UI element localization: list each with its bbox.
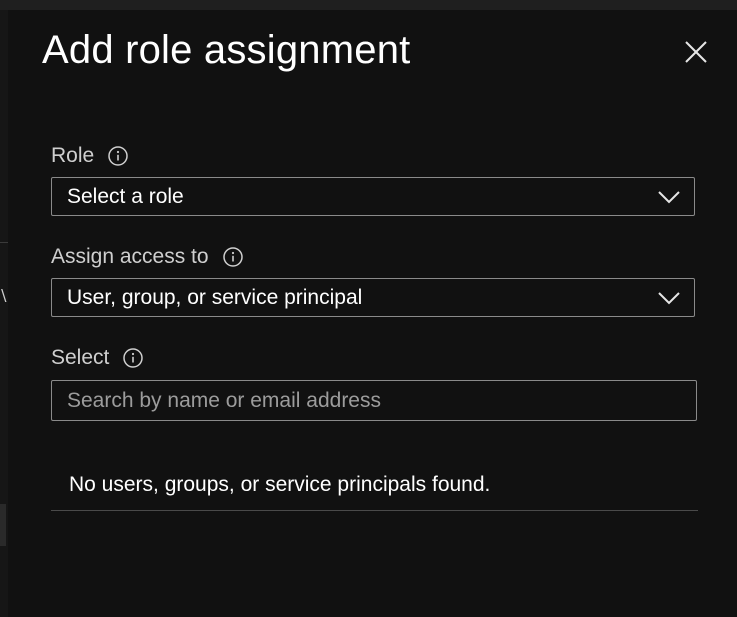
- background-fragment-block: [0, 504, 6, 546]
- assign-access-select-value: User, group, or service principal: [67, 286, 363, 309]
- role-select-value: Select a role: [67, 185, 184, 208]
- results-divider: [51, 510, 698, 511]
- role-label: Role: [51, 144, 95, 167]
- assign-access-label-row: Assign access to: [51, 244, 243, 270]
- search-input[interactable]: [51, 380, 697, 421]
- app-top-bar: [0, 0, 737, 10]
- select-label-row: Select: [51, 345, 144, 371]
- chevron-down-icon: [658, 191, 680, 204]
- close-button[interactable]: [678, 36, 714, 68]
- role-label-row: Role: [51, 143, 128, 169]
- background-divider: [0, 242, 8, 243]
- panel-title: Add role assignment: [42, 28, 411, 72]
- assign-access-info-icon[interactable]: [222, 247, 243, 267]
- empty-results-message: No users, groups, or service principals …: [69, 473, 491, 496]
- close-icon: [685, 41, 707, 63]
- add-role-assignment-panel: Add role assignment Role Select a role A…: [8, 10, 737, 617]
- chevron-down-icon: [658, 292, 680, 305]
- select-info-icon[interactable]: [123, 348, 144, 368]
- role-info-icon[interactable]: [108, 146, 128, 166]
- role-select[interactable]: Select a role: [51, 177, 695, 216]
- assign-access-select[interactable]: User, group, or service principal: [51, 278, 695, 317]
- background-page: ∖: [0, 10, 8, 617]
- background-fragment: ∖: [0, 288, 8, 305]
- assign-access-label: Assign access to: [51, 245, 209, 268]
- select-label: Select: [51, 346, 110, 369]
